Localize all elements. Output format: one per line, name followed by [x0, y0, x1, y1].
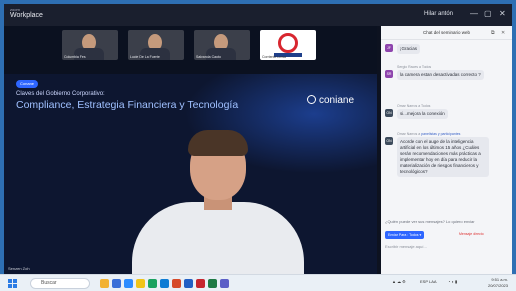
message-text: si...mejora la conexión	[397, 109, 448, 119]
participant-strip: Columbia Fes Lucie De La Fuerte Salvarol…	[62, 30, 322, 60]
participant-name: Corriente Lmsa	[262, 55, 286, 59]
chat-panel: Chat del seminario web ⧉ ✕ JF ¡Gracias S…	[381, 26, 512, 274]
taskbar: Buscar ▲ ☁ ⚙ ESP LAA ◔ ◖ ▮ 9:51 a.m. 20/…	[0, 274, 516, 291]
participant-tile[interactable]: Salvarola Caoto	[194, 30, 250, 60]
chat-message: Omar Narros a panelistas y participantes…	[385, 132, 509, 177]
zoom-window: zoom Workplace Hilar antón — ▢ ✕ Columbi…	[4, 4, 512, 274]
widgets-icon[interactable]	[100, 279, 109, 288]
avatar: ON	[385, 109, 393, 117]
avatar: SR	[385, 70, 393, 78]
participant-name: Columbia Fes	[64, 55, 86, 59]
word-icon[interactable]	[184, 279, 193, 288]
language-indicator[interactable]: ESP LAA	[420, 279, 437, 284]
message-meta: Omar Narros a Todos	[397, 104, 431, 108]
windows-start-icon[interactable]	[8, 279, 17, 288]
logo-icon	[278, 33, 298, 53]
chat-message: Omar Narros a Todos ON si...mejora la co…	[385, 104, 509, 119]
participant-name: Salvarola Caoto	[196, 55, 221, 59]
message-meta: Omar Narros a panelistas y participantes	[397, 132, 461, 136]
powerpoint-icon[interactable]	[172, 279, 181, 288]
slide-title: Compliance, Estrategia Financiera y Tecn…	[16, 99, 239, 111]
message-text: ¡Gracias	[397, 44, 421, 54]
tray-icons[interactable]: ▲ ☁ ⚙	[392, 279, 406, 284]
recipient-row: Enviar Para : Todos ▾ Mensaje directo	[385, 231, 509, 240]
maximize-icon[interactable]: ▢	[484, 9, 492, 18]
brand-logo: coniane	[307, 95, 354, 106]
participant-name: Lucie De La Fuerte	[130, 55, 160, 59]
task-view-icon[interactable]	[112, 279, 121, 288]
slide-badge: Conane	[16, 80, 39, 88]
direct-message-link[interactable]: Mensaje directo	[459, 232, 484, 236]
participant-tile[interactable]: Columbia Fes	[62, 30, 118, 60]
speaker-name: Senzen Zoh	[8, 266, 30, 271]
slide-subtitle: Claves del Gobierno Corporativo:	[16, 91, 105, 97]
title-bar: zoom Workplace Hilar antón — ▢ ✕	[4, 4, 512, 26]
video-stage: Columbia Fes Lucie De La Fuerte Salvarol…	[4, 26, 377, 274]
recipient-dropdown[interactable]: Enviar Para : Todos ▾	[385, 231, 425, 239]
leave-button[interactable]: Hilar antón	[424, 11, 453, 17]
edge-icon[interactable]	[160, 279, 169, 288]
avatar: ON	[385, 137, 393, 145]
close-icon[interactable]: ✕	[499, 9, 506, 18]
message-text: la camera estan desactivadas correcto ?	[397, 70, 484, 80]
zoom-icon[interactable]	[124, 279, 133, 288]
clock[interactable]: 9:51 a.m. 20/07/2023	[480, 277, 508, 289]
message-meta: Sergio Races a Todos	[397, 65, 432, 69]
wifi-icon[interactable]: ◔ ◖ ▮	[448, 279, 457, 284]
popout-icon[interactable]: ⧉	[491, 30, 495, 36]
chat-message: Sergio Races a Todos SR la camera estan …	[385, 65, 509, 80]
app-title: zoom Workplace	[10, 7, 43, 19]
message-text: Acorde con el auge de la inteligencia ar…	[397, 137, 489, 177]
participant-tile[interactable]: Lucie De La Fuerte	[128, 30, 184, 60]
avatar: JF	[385, 44, 393, 52]
excel-icon[interactable]	[208, 279, 217, 288]
taskbar-search[interactable]: Buscar	[30, 278, 90, 289]
participant-tile[interactable]: Corriente Lmsa	[260, 30, 316, 60]
chat-input[interactable]: Escribir mensaje aquí...	[385, 244, 509, 249]
chat-close-icon[interactable]: ✕	[501, 30, 505, 36]
minimize-icon[interactable]: —	[470, 9, 478, 18]
folder-icon[interactable]	[136, 279, 145, 288]
brand-ring-icon	[307, 95, 316, 104]
pdf-icon[interactable]	[196, 279, 205, 288]
chrome-icon[interactable]	[148, 279, 157, 288]
chat-visibility-hint[interactable]: ¿Quién puede ver sus mensajes? Lo quiero…	[385, 219, 509, 224]
teams-icon[interactable]	[220, 279, 229, 288]
chat-message: JF ¡Gracias	[385, 44, 509, 54]
speaker-video	[132, 130, 304, 274]
